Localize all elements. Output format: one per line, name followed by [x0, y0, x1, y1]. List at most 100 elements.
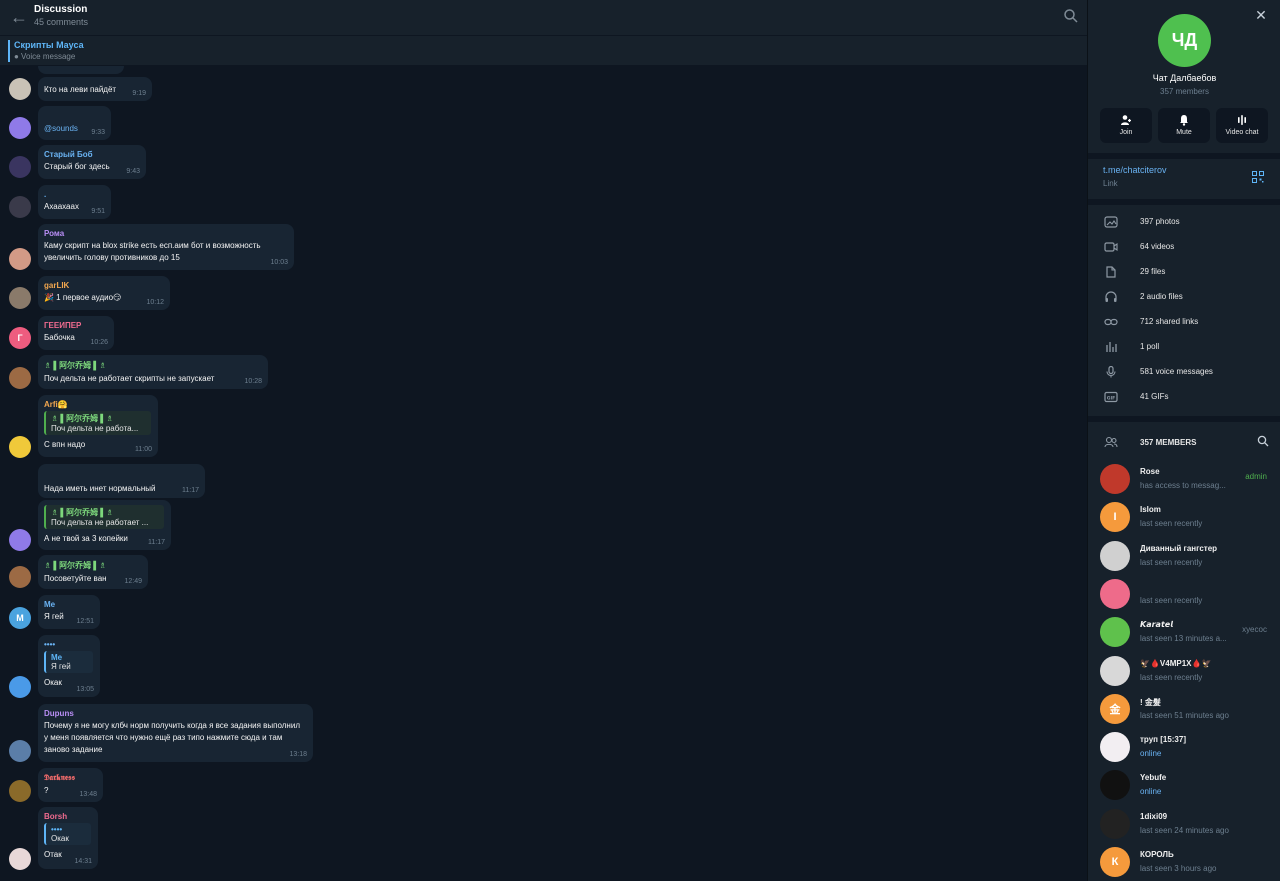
user-avatar[interactable] — [9, 848, 31, 870]
message-bubble[interactable]: Старый Боб Старый бог здесь 9:43 — [38, 145, 146, 179]
sender-name[interactable]: •••• — [44, 640, 93, 649]
member-row[interactable]: Yebufe online — [1088, 768, 1280, 804]
video-chat-button[interactable]: Video chat — [1216, 108, 1268, 143]
sender-name[interactable]: ГЕЕИПЕР — [44, 321, 107, 330]
sender-name[interactable]: Старый Боб — [44, 150, 139, 159]
message-bubble[interactable]: Me Я гей 12:51 — [38, 595, 100, 629]
user-avatar[interactable]: Г — [9, 327, 31, 349]
user-avatar[interactable] — [9, 529, 31, 551]
avatar-letter: M — [16, 613, 24, 623]
user-avatar[interactable] — [9, 156, 31, 178]
user-avatar[interactable] — [9, 566, 31, 588]
member-row[interactable]: труп [15:37] online — [1088, 730, 1280, 766]
member-avatar[interactable] — [1100, 655, 1130, 686]
user-avatar[interactable] — [9, 248, 31, 270]
user-avatar[interactable] — [9, 78, 31, 100]
back-arrow-icon[interactable]: ← — [8, 6, 30, 28]
join-button[interactable]: Join — [1100, 108, 1152, 143]
member-avatar[interactable] — [1100, 464, 1130, 494]
group-avatar[interactable]: ЧД — [1158, 14, 1211, 67]
message-bubble[interactable]: Borsh •••• Окак Отак 14:31 — [38, 807, 98, 869]
user-avatar[interactable] — [9, 780, 31, 802]
message-time: 11:00 — [135, 446, 152, 453]
member-avatar[interactable] — [1100, 540, 1130, 571]
member-avatar[interactable] — [1100, 808, 1130, 839]
media-links-row[interactable]: 712 shared links — [1088, 310, 1280, 335]
member-avatar[interactable]: К — [1100, 847, 1130, 877]
user-avatar[interactable] — [9, 367, 31, 389]
sender-name[interactable]: Рома — [44, 229, 287, 238]
message-bubble[interactable]: ГЕЕИПЕР Бабочка 10:26 — [38, 316, 114, 350]
member-avatar[interactable]: I — [1100, 502, 1130, 533]
message-bubble[interactable]: Кто на леви пайдёт 9:19 — [38, 77, 152, 101]
member-row[interactable]: 1dixi09 last seen 24 minutes ago — [1088, 807, 1280, 843]
user-avatar[interactable] — [9, 676, 31, 698]
member-row[interactable]: Rose has access to messag... admin — [1088, 462, 1280, 498]
message-bubble[interactable]: •••• Me Я гей Окак 13:05 — [38, 635, 100, 697]
message-bubble[interactable]: Arfi🤗 ♗ ▌阿尔乔姆 ▌♗ Поч дельта не работа...… — [38, 395, 158, 457]
message-text: А не твой за 3 копейки — [44, 534, 128, 543]
member-row[interactable]: last seen recently — [1088, 577, 1280, 613]
member-row[interactable]: К КОРОЛЬ last seen 3 hours ago — [1088, 845, 1280, 881]
sender-name[interactable]: Borsh — [44, 812, 91, 821]
user-avatar[interactable]: M — [9, 607, 31, 629]
media-videos-row[interactable]: 64 videos — [1088, 235, 1280, 260]
close-icon[interactable]: ✕ — [1254, 8, 1268, 22]
member-name: Islom — [1140, 505, 1161, 515]
member-avatar[interactable]: 金 — [1100, 693, 1130, 724]
media-photos-row[interactable]: 397 photos — [1088, 210, 1280, 235]
user-avatar[interactable] — [9, 117, 31, 139]
sender-name[interactable]: Dupuns — [44, 709, 306, 718]
message-bubble[interactable]: Рома Каму скрипт на blox strike есть есп… — [38, 224, 294, 270]
message-list[interactable]: Кто на леви пайдёт 9:19 @sounds 9:33 Ста… — [0, 66, 1087, 881]
reply-quote[interactable]: Me Я гей — [44, 651, 93, 673]
message-bubble[interactable]: Dupuns Почему я не могу клбч норм получи… — [38, 704, 313, 762]
media-gifs-row[interactable]: GIF 41 GIFs — [1088, 385, 1280, 410]
member-row[interactable]: 金 ! 金髮 last seen 51 minutes ago — [1088, 692, 1280, 728]
invite-link-url[interactable]: t.me/chatciterov — [1103, 165, 1167, 175]
reply-quote[interactable]: •••• Окак — [44, 823, 91, 845]
user-avatar[interactable] — [9, 740, 31, 762]
message-bubble[interactable]: ♗ ▌阿尔乔姆 ▌♗ Посоветуйте ван 12:49 — [38, 555, 148, 589]
user-avatar[interactable] — [9, 436, 31, 458]
sender-name[interactable]: Arfi🤗 — [44, 400, 151, 409]
member-avatar[interactable] — [1100, 770, 1130, 801]
media-poll-row[interactable]: 1 poll — [1088, 335, 1280, 360]
reply-quote[interactable]: ♗ ▌阿尔乔姆 ▌♗ Поч дельта не работает ... — [44, 505, 164, 529]
sender-name[interactable]: Me — [44, 600, 93, 609]
sender-name[interactable]: 𝕯𝖆𝖗𝖐𝖓𝖊𝖘𝖘 — [44, 773, 96, 783]
message-bubble[interactable]: Нада иметь инет нормальный 11:17 — [38, 464, 205, 498]
member-row[interactable]: 🦅🩸V4MP1X🩸🦅 last seen recently — [1088, 654, 1280, 690]
sender-name[interactable]: ♗ ▌阿尔乔姆 ▌♗ — [44, 560, 141, 571]
invite-link[interactable]: t.me/chatciterov Link — [1103, 165, 1167, 188]
message-bubble[interactable]: ♗ ▌阿尔乔姆 ▌♗ Поч дельта не работает ... А … — [38, 500, 171, 550]
sender-name[interactable]: garLIK — [44, 281, 163, 290]
member-avatar[interactable] — [1100, 617, 1130, 648]
svg-text:GIF: GIF — [1107, 395, 1115, 401]
reply-quote[interactable]: ♗ ▌阿尔乔姆 ▌♗ Поч дельта не работа... — [44, 411, 151, 435]
member-row[interactable]: I Islom last seen recently — [1088, 500, 1280, 536]
member-search-icon[interactable] — [1257, 435, 1269, 447]
media-voice-row[interactable]: 581 voice messages — [1088, 360, 1280, 385]
message-bubble[interactable]: 𝕯𝖆𝖗𝖐𝖓𝖊𝖘𝖘 ? 13:48 — [38, 768, 103, 802]
sender-name[interactable]: . — [44, 190, 104, 199]
user-avatar[interactable] — [9, 287, 31, 309]
sender-name[interactable]: ♗ ▌阿尔乔姆 ▌♗ — [44, 360, 261, 371]
member-row[interactable]: 𝙆𝙖𝙧𝙖𝙩𝙚𝙡 last seen 13 minutes a... хуесос — [1088, 615, 1280, 651]
member-row[interactable]: Диванный гангстер last seen recently — [1088, 539, 1280, 575]
search-icon[interactable] — [1063, 8, 1079, 24]
message-bubble[interactable] — [38, 66, 124, 74]
message-bubble[interactable]: garLIK 🎉 1 первое аудио😏 10:12 — [38, 276, 170, 310]
qr-code-icon[interactable] — [1252, 171, 1264, 183]
member-avatar[interactable] — [1100, 578, 1130, 609]
user-avatar[interactable] — [9, 196, 31, 218]
member-status: last seen 24 minutes ago — [1140, 825, 1229, 835]
pinned-message[interactable]: Скрипты Мауса ● Voice message — [0, 35, 1087, 65]
message-bubble[interactable]: . Ахаахаах 9:51 — [38, 185, 111, 219]
media-files-row[interactable]: 29 files — [1088, 260, 1280, 285]
member-avatar[interactable] — [1100, 732, 1130, 763]
message-bubble[interactable]: @sounds 9:33 — [38, 106, 111, 140]
message-bubble[interactable]: ♗ ▌阿尔乔姆 ▌♗ Поч дельта не работает скрипт… — [38, 355, 268, 389]
media-audio-row[interactable]: 2 audio files — [1088, 285, 1280, 310]
mute-button[interactable]: Mute — [1158, 108, 1210, 143]
